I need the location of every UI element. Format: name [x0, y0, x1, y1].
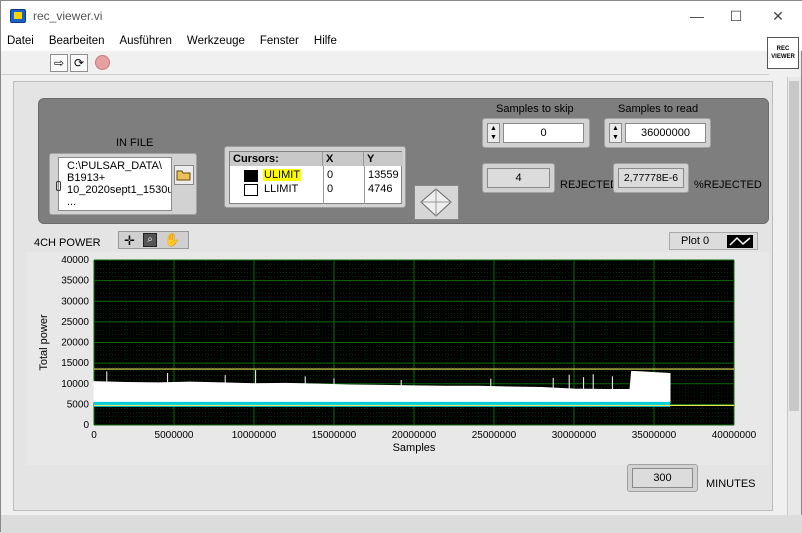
infile-path-line-4: ... [67, 196, 77, 208]
rejected-label: REJECTED [560, 179, 619, 191]
waveform-graph: 0 5000000 10000000 15000000 20000000 25000000… [27, 252, 769, 465]
infile-path-field[interactable]: C:\PULSAR_DATA\ B1913+ 10_2020sept1_1530… [58, 157, 172, 211]
plot-legend-name: Plot 0 [681, 235, 710, 247]
zoom-tool-icon[interactable]: ⌕ [143, 233, 157, 247]
cursor-header-y: Y [364, 152, 403, 166]
menu-fenster[interactable]: Fenster [258, 35, 301, 47]
cursor-ulimit-name[interactable]: ULIMIT [263, 169, 302, 181]
run-arrow-icon[interactable]: ⇨ [50, 54, 68, 72]
x-axis-label: Samples [393, 442, 436, 454]
y-tick-label: 15000 [61, 358, 89, 369]
pct-rejected-label: %REJECTED [694, 179, 762, 191]
run-continuously-icon[interactable]: ⟳ [70, 54, 88, 72]
trace-low-band[interactable] [94, 401, 670, 407]
menu-bearbeiten[interactable]: Bearbeiten [47, 35, 107, 47]
graph-palette: ✛ ⌕ ✋ [118, 231, 189, 249]
minutes-label: MINUTES [706, 478, 756, 490]
cursor-legend: Cursors: X Y ULIMIT 0 13559 LLIMIT 0 474… [224, 146, 406, 208]
vi-icon-text-1: REC [776, 46, 790, 52]
x-tick-label: 25000000 [472, 430, 517, 441]
y-tick-label: 25000 [61, 317, 89, 328]
infile-path-line-3: 10_2020sept1_1530u [67, 184, 172, 196]
browse-button[interactable] [174, 165, 194, 185]
y-tick-label: 35000 [61, 276, 89, 287]
scrollbar-thumb[interactable] [789, 81, 799, 411]
cursor-ulimit-y: 13559 [368, 169, 399, 181]
crosshair-cursor-icon[interactable]: ✛ [124, 233, 135, 249]
y-tick-label: 20000 [61, 338, 89, 349]
minimize-button[interactable]: — [684, 6, 710, 26]
menu-bar: Datei Bearbeiten Ausführen Werkzeuge Fen… [1, 31, 802, 51]
cursor-header-x: X [323, 152, 364, 166]
desktop-strip [1, 515, 802, 533]
rejected-indicator: 4 [487, 168, 550, 188]
path-type-icon [56, 181, 61, 191]
cursor-llimit-name[interactable]: LLIMIT [264, 183, 298, 195]
abort-execution-icon[interactable] [95, 55, 110, 70]
x-tick-label: 5000000 [155, 430, 194, 441]
pct-rejected-indicator: 2,77778E-6 [618, 168, 684, 188]
minutes-indicator: 300 [632, 468, 693, 488]
plot-line-style-icon [727, 235, 753, 248]
cursor-move-diamond-icon [420, 188, 452, 217]
x-tick-label: 15000000 [312, 430, 357, 441]
plot-legend[interactable]: Plot 0 [669, 232, 758, 250]
app-window: rec_viewer.vi — ☐ ✕ Datei Bearbeiten Aus… [0, 0, 802, 533]
maximize-button[interactable]: ☐ [723, 6, 749, 26]
toolbar: ⇨ ⟳ [1, 51, 769, 75]
y-tick-label: 0 [83, 420, 89, 431]
x-tick-label: 0 [91, 430, 97, 441]
pan-hand-icon[interactable]: ✋ [164, 232, 180, 248]
cursor-llimit-x: 0 [327, 183, 334, 195]
menu-ausfuehren[interactable]: Ausführen [117, 35, 173, 47]
x-tick-label: 35000000 [632, 430, 677, 441]
x-tick-label: 10000000 [232, 430, 277, 441]
waveform-graph-svg[interactable]: 0 5000000 10000000 15000000 20000000 25000000… [27, 252, 769, 465]
y-tick-label: 40000 [61, 255, 89, 266]
cursor-ulimit-x: 0 [327, 169, 334, 181]
samples-to-skip-stepper[interactable]: ▲ ▼ [487, 123, 500, 143]
infile-path-line-2: B1913+ [67, 172, 106, 184]
cursor-legend-table: Cursors: X Y ULIMIT 0 13559 LLIMIT 0 474… [229, 151, 403, 204]
infile-label: IN FILE [116, 137, 154, 149]
samples-to-read-label: Samples to read [618, 103, 699, 115]
menu-werkzeuge[interactable]: Werkzeuge [185, 35, 247, 47]
cursor-move-button[interactable] [414, 185, 459, 220]
samples-to-skip-label: Samples to skip [496, 103, 574, 115]
y-tick-label: 30000 [61, 296, 89, 307]
vi-icon: REC VIEWER [767, 37, 799, 69]
samples-to-read-stepper[interactable]: ▲ ▼ [609, 123, 622, 143]
y-axis-label: Total power [38, 314, 50, 371]
menu-hilfe[interactable]: Hilfe [312, 35, 339, 47]
y-tick-label: 5000 [67, 399, 90, 410]
cursor-llimit-icon[interactable] [244, 184, 258, 196]
x-tick-label: 40000000 [712, 430, 757, 441]
vi-icon-text-2: VIEWER [771, 54, 795, 60]
x-tick-label: 30000000 [552, 430, 597, 441]
cursor-ulimit-icon[interactable] [244, 170, 258, 182]
x-tick-label: 20000000 [392, 430, 437, 441]
folder-icon [176, 170, 191, 181]
menu-datei[interactable]: Datei [5, 35, 36, 47]
close-button[interactable]: ✕ [765, 6, 791, 26]
cursor-header-name: Cursors: [230, 152, 323, 166]
labview-app-icon [10, 9, 26, 23]
infile-path-line-1: C:\PULSAR_DATA\ [67, 160, 162, 172]
samples-to-skip-input[interactable]: 0 [503, 123, 584, 143]
cursor-llimit-y: 4746 [368, 183, 393, 195]
title-bar: rec_viewer.vi — ☐ ✕ [1, 1, 802, 31]
samples-to-read-input[interactable]: 36000000 [625, 123, 706, 143]
window-title: rec_viewer.vi [33, 9, 103, 23]
y-tick-label: 10000 [61, 379, 89, 390]
graph-label: 4CH POWER [34, 237, 101, 249]
